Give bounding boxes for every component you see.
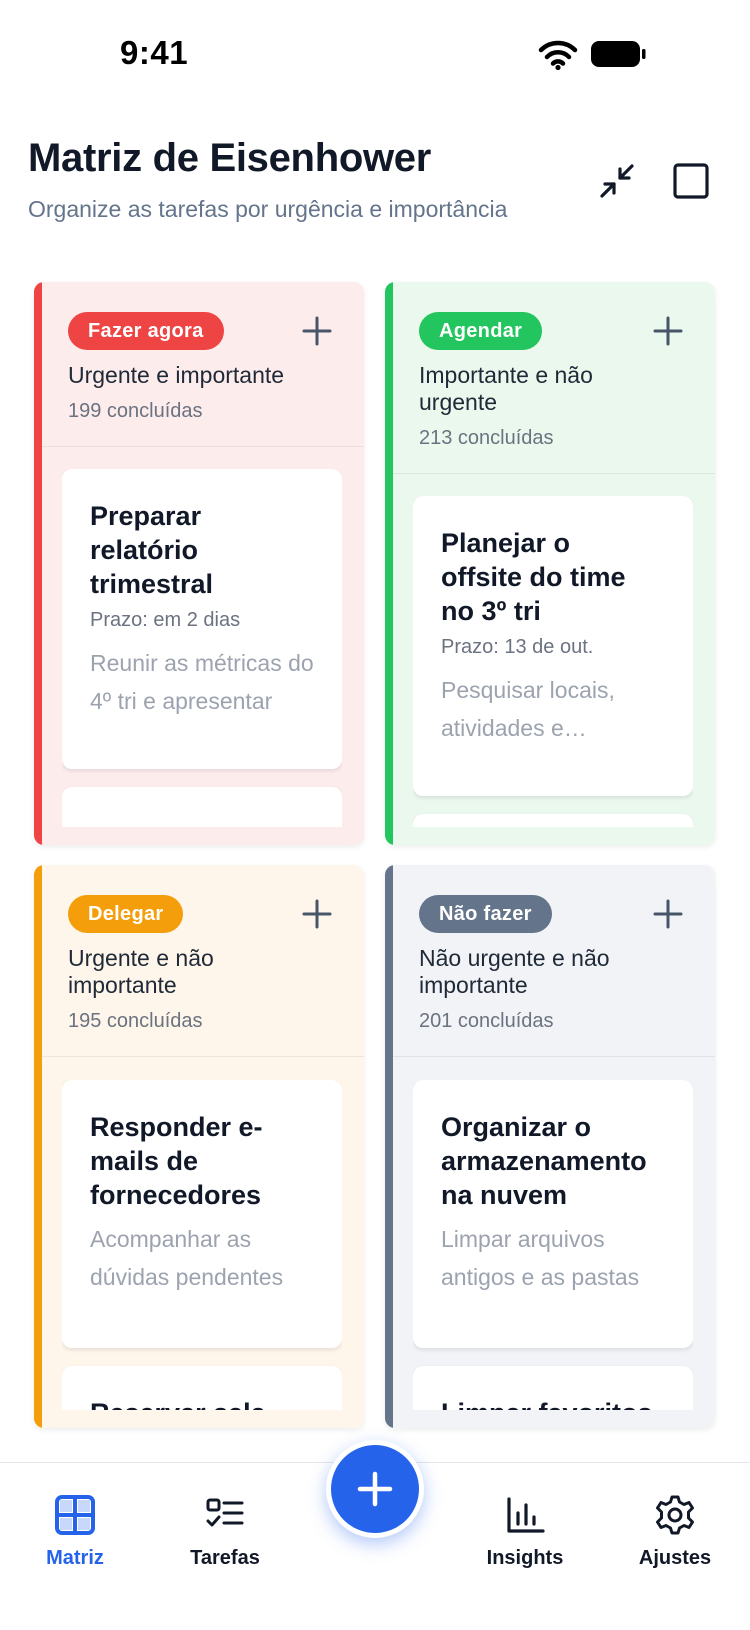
- card-list: Planejar o offsite do time no 3º tri Pra…: [413, 496, 693, 827]
- divider: [42, 1056, 364, 1057]
- card-title: Limpar favoritos: [441, 1396, 667, 1410]
- task-card[interactable]: [62, 787, 342, 827]
- quadrant-count: 201 concluídas: [419, 1010, 554, 1032]
- task-card[interactable]: Planejar o offsite do time no 3º tri Pra…: [413, 496, 693, 796]
- quadrant-count: 195 concluídas: [68, 1010, 203, 1032]
- plus-icon: [357, 1471, 393, 1507]
- collapse-icon: [600, 164, 634, 198]
- quadrant-accent: [385, 282, 393, 845]
- nav-ajustes[interactable]: Ajustes: [605, 1493, 745, 1570]
- add-task-icon[interactable]: [300, 897, 334, 931]
- quadrant-label: Urgente e importante: [68, 362, 285, 388]
- collapse-button[interactable]: [592, 156, 642, 206]
- page-title: Matriz de Eisenhower: [28, 136, 431, 180]
- quadrant-badge: Fazer agora: [68, 312, 224, 350]
- status-bar: 9:41: [0, 0, 750, 110]
- card-list: Preparar relatório trimestral Prazo: em …: [62, 469, 342, 827]
- task-card[interactable]: Reservar sala: [62, 1366, 342, 1410]
- select-button[interactable]: [666, 156, 716, 206]
- task-card[interactable]: Preparar relatório trimestral Prazo: em …: [62, 469, 342, 769]
- nav-insights[interactable]: Insights: [455, 1493, 595, 1570]
- grid-icon: [55, 1495, 95, 1535]
- bar-chart-icon: [507, 1497, 545, 1533]
- card-list: Organizar o armazenamento na nuvem Limpa…: [413, 1080, 693, 1410]
- divider: [393, 1056, 715, 1057]
- task-card[interactable]: Limpar favoritos: [413, 1366, 693, 1410]
- add-task-icon[interactable]: [651, 314, 685, 348]
- add-task-icon[interactable]: [651, 897, 685, 931]
- gear-icon: [656, 1495, 694, 1535]
- add-task-fab[interactable]: [326, 1440, 424, 1538]
- card-title: Reservar sala: [90, 1396, 316, 1410]
- quadrant-label: Importante e não urgente: [419, 362, 593, 415]
- nav-matriz[interactable]: Matriz: [5, 1493, 145, 1570]
- nav-label: Tarefas: [190, 1547, 260, 1569]
- battery-icon: [591, 41, 646, 67]
- quadrant-do-now: Fazer agora Urgente e importante 199 con…: [34, 282, 364, 845]
- quadrant-label: Não urgente e não importante: [419, 945, 610, 998]
- quadrant-badge: Agendar: [419, 312, 543, 350]
- quadrant-schedule: Agendar Importante e não urgente 213 con…: [385, 282, 715, 845]
- card-description: Reunir as métricas do 4º tri e apresenta…: [90, 650, 314, 714]
- card-description: Pesquisar locais, atividades e orçamento: [441, 677, 615, 741]
- page-subtitle: Organize as tarefas por urgência e impor…: [28, 196, 508, 222]
- card-due: Prazo: em 2 dias: [90, 609, 241, 631]
- quadrant-delegate: Delegar Urgente e não importante 195 con…: [34, 865, 364, 1428]
- square-icon: [673, 163, 709, 199]
- nav-label: Matriz: [46, 1547, 104, 1569]
- divider: [42, 446, 364, 447]
- nav-tarefas[interactable]: Tarefas: [155, 1493, 295, 1570]
- task-list-icon: [206, 1498, 244, 1527]
- nav-label: Insights: [486, 1547, 564, 1569]
- card-description: Limpar arquivos antigos e as pastas: [441, 1226, 640, 1290]
- wifi-icon: [538, 40, 578, 70]
- task-card[interactable]: Responder e-mails de fornecedores Acompa…: [62, 1080, 342, 1348]
- quadrant-label: Urgente e não importante: [68, 945, 214, 998]
- task-card[interactable]: Organizar o armazenamento na nuvem Limpa…: [413, 1080, 693, 1348]
- card-description: Acompanhar as dúvidas pendentes: [90, 1226, 284, 1290]
- card-title: Preparar relatório trimestral: [90, 501, 214, 599]
- quadrant-count: 199 concluídas: [68, 400, 203, 422]
- card-title: Planejar o offsite do time no 3º tri: [441, 528, 626, 626]
- divider: [393, 473, 715, 474]
- card-due: Prazo: 13 de out.: [441, 636, 594, 658]
- status-time: 9:41: [120, 34, 189, 71]
- quadrant-badge: Delegar: [68, 895, 184, 933]
- nav-label: Ajustes: [638, 1547, 712, 1569]
- quadrant-accent: [34, 865, 42, 1428]
- card-list: Responder e-mails de fornecedores Acompa…: [62, 1080, 342, 1410]
- quadrant-badge: Não fazer: [419, 895, 552, 933]
- card-title: Responder e-mails de fornecedores: [90, 1112, 263, 1210]
- quadrant-accent: [385, 865, 393, 1428]
- add-task-icon[interactable]: [300, 314, 334, 348]
- task-card[interactable]: [413, 814, 693, 827]
- card-title: Organizar o armazenamento na nuvem: [441, 1112, 647, 1210]
- quadrant-dont-do: Não fazer Não urgente e não importante 2…: [385, 865, 715, 1428]
- quadrant-count: 213 concluídas: [419, 427, 554, 449]
- quadrant-accent: [34, 282, 42, 845]
